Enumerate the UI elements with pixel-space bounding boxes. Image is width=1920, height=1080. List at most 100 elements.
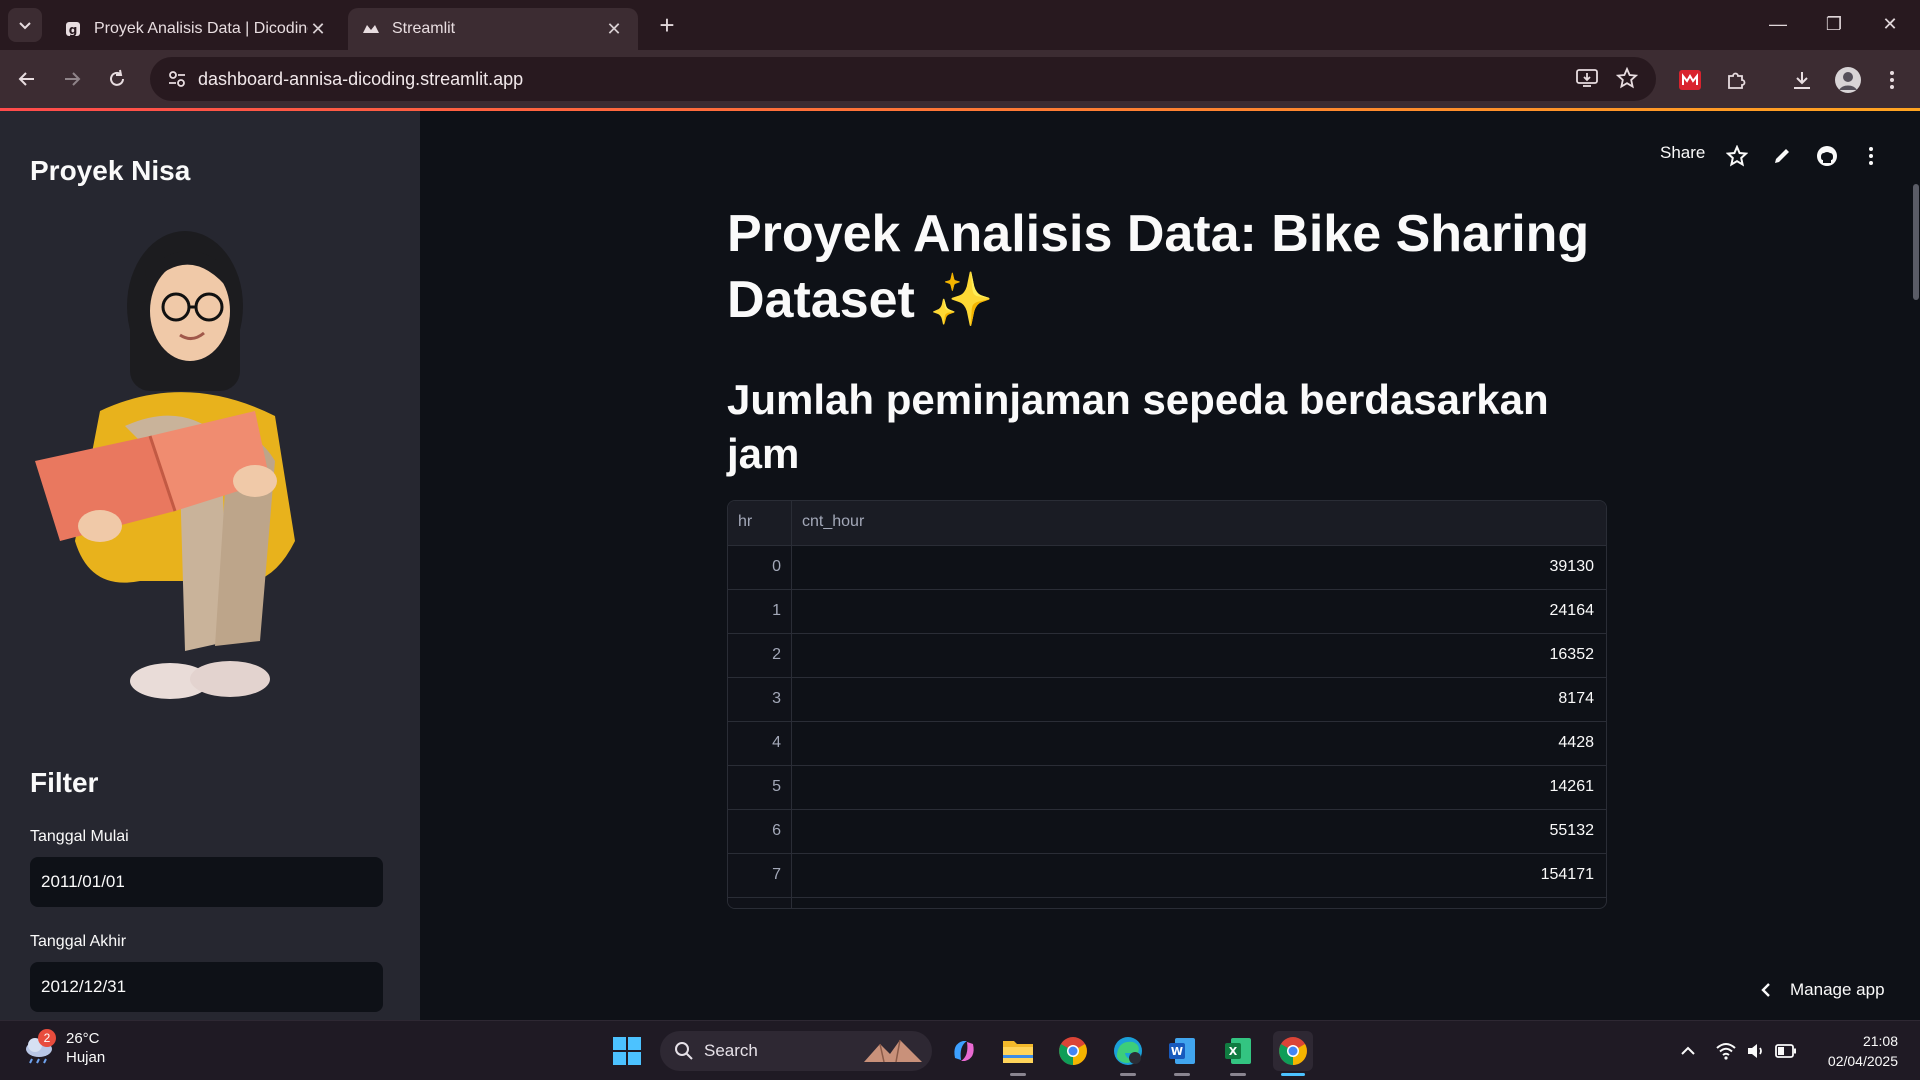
chrome-active-icon[interactable] [1273, 1031, 1313, 1071]
cell-hr[interactable]: 4 [728, 722, 792, 765]
section-heading: Jumlah peminjaman sepeda berdasarkan jam [727, 376, 1549, 477]
main-menu-icon[interactable] [1856, 141, 1886, 171]
table-row[interactable]: 1 24164 [728, 589, 1606, 633]
cell-cnt-hour[interactable]: 16352 [792, 634, 1606, 677]
cell-cnt-hour[interactable]: 261001 [792, 898, 1606, 908]
battery-icon[interactable] [1774, 1039, 1798, 1063]
new-tab-button[interactable]: + [652, 10, 682, 40]
running-indicator [1120, 1073, 1136, 1076]
window-close-icon[interactable]: ✕ [1862, 8, 1918, 40]
cell-hr[interactable]: 1 [728, 590, 792, 633]
table-row[interactable]: 2 16352 [728, 633, 1606, 677]
download-icon[interactable] [1786, 64, 1818, 96]
tab-search-button[interactable] [8, 8, 42, 42]
chevron-up-icon[interactable] [1676, 1039, 1700, 1063]
copilot-icon[interactable] [944, 1031, 984, 1071]
cell-hr[interactable]: 8 [728, 898, 792, 908]
volume-icon[interactable] [1744, 1039, 1768, 1063]
scrollbar-thumb[interactable] [1913, 184, 1919, 300]
svg-text:X: X [1229, 1045, 1238, 1058]
table-row[interactable]: 5 14261 [728, 765, 1606, 809]
running-indicator [1010, 1073, 1026, 1076]
running-indicator [1230, 1073, 1246, 1076]
main-content: Share Proyek Analisis Data: Bike Sharing… [420, 111, 1920, 1020]
table-row[interactable]: 6 55132 [728, 809, 1606, 853]
table-row[interactable]: 8261001 [728, 897, 1606, 908]
forward-icon[interactable] [57, 64, 87, 94]
filter-title: Filter [30, 767, 99, 798]
back-icon[interactable] [12, 64, 42, 94]
tab-title: Proyek Analisis Data | Dicoding [94, 20, 308, 37]
share-button[interactable]: Share [1660, 143, 1705, 163]
manage-app-button[interactable]: Manage app [1760, 980, 1885, 1000]
cell-hr[interactable]: 7 [728, 854, 792, 897]
close-icon[interactable]: ✕ [604, 19, 624, 40]
taskbar-search[interactable]: Search [660, 1031, 932, 1071]
cell-hr[interactable]: 6 [728, 810, 792, 853]
chevron-down-icon [19, 22, 31, 30]
minimize-icon[interactable]: — [1750, 8, 1806, 40]
clock-date: 02/04/2025 [1827, 1053, 1898, 1069]
profile-avatar-icon[interactable] [1832, 64, 1864, 96]
cell-cnt-hour[interactable]: 154171 [792, 854, 1606, 897]
extension-red-icon[interactable] [1674, 64, 1706, 96]
browser-toolbar: dashboard-annisa-dicoding.streamlit.app [0, 50, 1920, 108]
table-row[interactable]: 0 39130 [728, 545, 1606, 589]
start-windows-icon[interactable] [607, 1031, 647, 1071]
restore-icon[interactable]: ❐ [1806, 8, 1862, 40]
table-row[interactable]: 4 4428 [728, 721, 1606, 765]
search-highlight-icon [864, 1039, 922, 1063]
install-app-icon[interactable] [1572, 63, 1602, 93]
star-icon[interactable] [1722, 141, 1752, 171]
chrome-menu-icon[interactable] [1876, 64, 1908, 96]
edge-icon[interactable] [1108, 1031, 1148, 1071]
site-info-icon[interactable] [156, 69, 198, 89]
cell-cnt-hour[interactable]: 14261 [792, 766, 1606, 809]
windows-taskbar: 2 26°C Hujan Search W X 21:08 02/04/2025 [0, 1020, 1920, 1080]
chevron-left-icon [1761, 983, 1770, 997]
system-clock[interactable]: 21:08 02/04/2025 [1808, 1031, 1898, 1071]
cell-hr[interactable]: 3 [728, 678, 792, 721]
column-header-cnt-hour[interactable]: cnt_hour [792, 501, 1606, 545]
edit-pencil-icon[interactable] [1767, 141, 1797, 171]
wifi-icon[interactable] [1714, 1039, 1738, 1063]
cell-hr[interactable]: 5 [728, 766, 792, 809]
weather-temp: 26°C [66, 1030, 100, 1047]
weather-widget[interactable]: 2 26°C Hujan [22, 1029, 105, 1067]
start-date-value: 2011/01/01 [41, 872, 125, 891]
cell-cnt-hour[interactable]: 55132 [792, 810, 1606, 853]
cell-cnt-hour[interactable]: 8174 [792, 678, 1606, 721]
active-indicator [1281, 1073, 1305, 1076]
address-bar[interactable]: dashboard-annisa-dicoding.streamlit.app [150, 57, 1656, 101]
table-row[interactable]: 7 154171 [728, 853, 1606, 897]
cell-cnt-hour[interactable]: 39130 [792, 546, 1606, 589]
file-explorer-icon[interactable] [998, 1031, 1038, 1071]
start-date-input[interactable]: 2011/01/01 [30, 857, 383, 907]
github-icon[interactable] [1812, 141, 1842, 171]
table-header: hr cnt_hour [728, 501, 1606, 545]
tab-streamlit[interactable]: Streamlit ✕ [348, 8, 638, 50]
url-text: dashboard-annisa-dicoding.streamlit.app [198, 68, 524, 89]
tab-dicoding[interactable]: g Proyek Analisis Data | Dicoding ✕ [50, 8, 342, 50]
cell-cnt-hour[interactable]: 4428 [792, 722, 1606, 765]
cell-hr[interactable]: 2 [728, 634, 792, 677]
end-date-input[interactable]: 2012/12/31 [30, 962, 383, 1012]
close-icon[interactable]: ✕ [308, 19, 328, 40]
end-date-label: Tanggal Akhir [30, 933, 127, 950]
svg-text:W: W [1171, 1045, 1183, 1058]
excel-icon[interactable]: X [1218, 1031, 1258, 1071]
cell-cnt-hour[interactable]: 24164 [792, 590, 1606, 633]
reload-icon[interactable] [102, 64, 132, 94]
browser-tabstrip: g Proyek Analisis Data | Dicoding ✕ Stre… [0, 0, 1920, 50]
word-icon[interactable]: W [1162, 1031, 1202, 1071]
clock-time: 21:08 [1862, 1033, 1898, 1049]
table-body: 0 39130 1 24164 2 16352 3 8174 4 4428 5 14261 6 55132… [728, 545, 1606, 908]
cell-hr[interactable]: 0 [728, 546, 792, 589]
dataframe[interactable]: hr cnt_hour 0 39130 1 24164 2 16352 3 8174 4 4428… [727, 500, 1607, 909]
weather-desc: Hujan [66, 1049, 106, 1066]
column-header-hr[interactable]: hr [728, 501, 792, 545]
bookmark-star-icon[interactable] [1612, 63, 1642, 93]
table-row[interactable]: 3 8174 [728, 677, 1606, 721]
extensions-puzzle-icon[interactable] [1720, 64, 1752, 96]
chrome-icon[interactable] [1053, 1031, 1093, 1071]
